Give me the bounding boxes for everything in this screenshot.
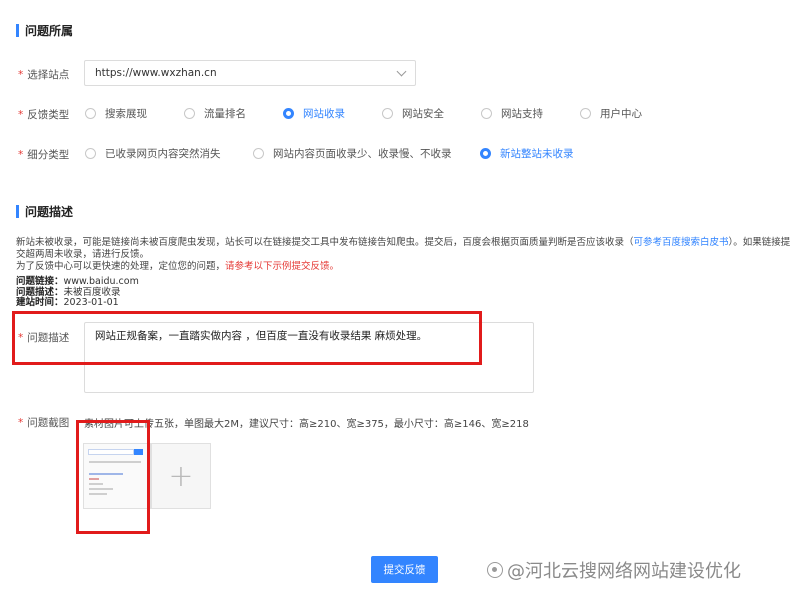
thumb-search-button	[134, 449, 143, 455]
problem-desc-label: * 问题描述	[18, 332, 70, 344]
radio-circle	[481, 108, 492, 119]
whitepaper-link[interactable]: 可参考百度搜索白皮书	[634, 237, 729, 248]
watermark-text: @河北云搜网络网站建设优化	[507, 561, 741, 582]
radio-circle	[382, 108, 393, 119]
radio-circle-selected	[283, 108, 294, 119]
thumb-search-bar	[88, 449, 134, 455]
example-date-row: 建站时间：2023-01-01	[16, 297, 119, 308]
site-select-value: https://www.wxzhan.cn	[95, 67, 217, 79]
plus-icon: +	[168, 458, 194, 494]
screenshot-label: * 问题截图	[18, 417, 70, 429]
radio-feedback-indexing[interactable]: 网站收录	[283, 106, 345, 121]
section-bar	[16, 205, 19, 218]
site-select[interactable]: https://www.wxzhan.cn	[84, 60, 416, 86]
radio-feedback-traffic[interactable]: 流量排名	[184, 106, 246, 121]
problem-desc-textarea[interactable]: 网站正规备案，一直踏实做内容 ，但百度一直没有收录结果 麻烦处理。	[84, 322, 534, 393]
watermark: @河北云搜网络网站建设优化	[487, 557, 741, 583]
chevron-down-icon	[396, 66, 407, 76]
section-bar	[16, 24, 19, 37]
radio-circle	[253, 148, 264, 159]
section-title-text: 问题描述	[25, 205, 74, 219]
radio-circle	[85, 108, 96, 119]
thumb-line	[89, 461, 141, 463]
section-title-description: 问题描述	[16, 203, 73, 220]
radio-feedback-search[interactable]: 搜索展现	[85, 106, 147, 121]
example-note: 请参考以下示例提交反馈。	[225, 261, 340, 272]
radio-circle	[580, 108, 591, 119]
thumb-line	[89, 483, 103, 485]
submit-feedback-button[interactable]: 提交反馈	[371, 556, 438, 583]
thumb-line	[89, 488, 113, 490]
thumb-line	[89, 478, 99, 480]
radio-subtype-content-vanished[interactable]: 已收录网页内容突然消失	[85, 146, 221, 161]
thumb-line	[89, 493, 107, 495]
section-title-belong: 问题所属	[16, 22, 73, 39]
add-image-button[interactable]: +	[151, 443, 211, 509]
radio-subtype-new-site[interactable]: 新站整站未收录	[480, 146, 574, 161]
radio-circle	[85, 148, 96, 159]
feedback-type-label: * 反馈类型	[18, 109, 70, 121]
section-title-text: 问题所属	[25, 24, 74, 38]
radio-circle	[184, 108, 195, 119]
site-label: * 选择站点	[18, 69, 70, 81]
radio-circle-selected	[480, 148, 491, 159]
radio-subtype-few-indexed[interactable]: 网站内容页面收录少、收录慢、不收录	[253, 146, 452, 161]
radio-feedback-user-center[interactable]: 用户中心	[580, 106, 642, 121]
radio-feedback-support[interactable]: 网站支持	[481, 106, 543, 121]
radio-feedback-security[interactable]: 网站安全	[382, 106, 444, 121]
thumb-line	[89, 473, 123, 475]
upload-hint: 素材图片可上传五张，单图最大2M，建议尺寸：高≥210、宽≥375，最小尺寸：高…	[84, 419, 529, 430]
example-block: 问题链接：www.baidu.com 问题描述：未被百度收录 建站时间：2023…	[16, 276, 139, 309]
uploaded-image-thumbnail[interactable]	[83, 443, 151, 509]
watermark-logo-icon	[487, 562, 503, 578]
description-text: 新站未被收录，可能是链接尚未被百度爬虫发现，站长可以在链接提交工具中发布链接告知…	[16, 237, 791, 272]
sub-type-label: * 细分类型	[18, 149, 70, 161]
